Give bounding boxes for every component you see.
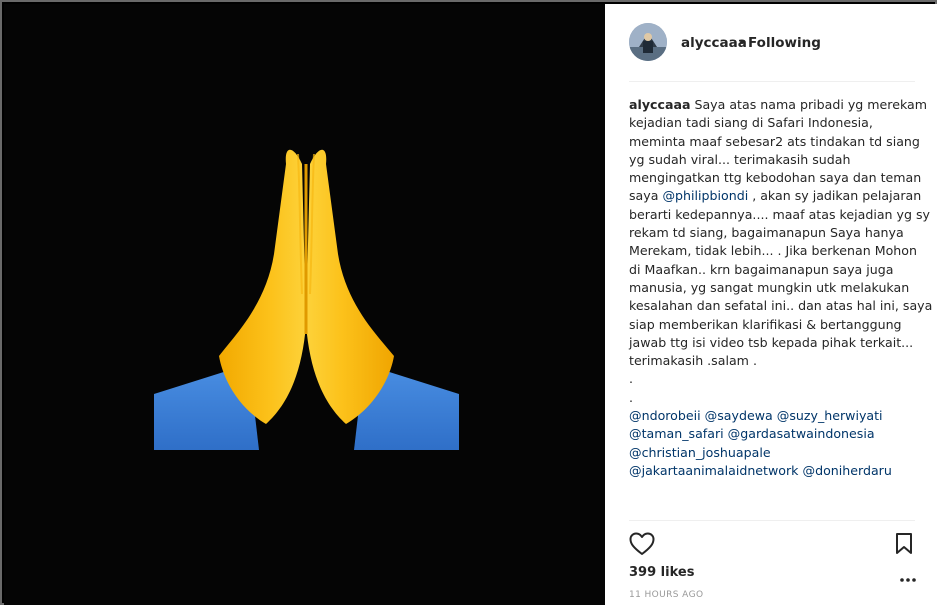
bookmark-outline-icon[interactable] xyxy=(894,532,914,556)
caption-text: . xyxy=(629,389,634,405)
caption-line: kejadian tadi siang di Safari Indonesia, xyxy=(629,114,921,132)
avatar[interactable] xyxy=(629,23,667,61)
caption-line: jawab ttg isi video tsb kepada pihak ter… xyxy=(629,334,921,352)
header-separator: • xyxy=(738,35,746,51)
left-hand xyxy=(219,149,306,424)
mention-link[interactable]: @doniherdaru xyxy=(802,463,891,478)
caption-text: Saya atas nama pribadi yg merekam xyxy=(690,97,928,112)
mention-link[interactable]: @jakartaanimalaidnetwork xyxy=(629,463,798,478)
post-header: alyccaaa • Following xyxy=(605,4,937,82)
caption-text: berarti kedepannya.... maaf atas kejadia… xyxy=(629,206,930,222)
folded-hands-emoji xyxy=(154,149,459,450)
caption-text: Merekam, tidak lebih... . Jika berkenan … xyxy=(629,243,917,259)
caption-line: saya @philipbiondi , akan sy jadikan pel… xyxy=(629,187,921,205)
caption-line: yg sudah viral... terimakasih sudah xyxy=(629,151,921,169)
caption-line: @jakartaanimalaidnetwork @doniherdaru xyxy=(629,462,921,480)
caption-line: terimakasih .salam . xyxy=(629,352,921,370)
post-username[interactable]: alyccaaa xyxy=(681,35,747,51)
mention-link[interactable]: @saydewa xyxy=(705,408,773,423)
right-hand xyxy=(306,149,394,424)
mention-link[interactable]: @taman_safari xyxy=(629,426,724,441)
divider xyxy=(629,81,915,82)
caption-username-link[interactable]: alyccaaa xyxy=(629,97,690,112)
caption-text: . xyxy=(629,371,634,387)
caption-line: @taman_safari @gardasatwaindonesia xyxy=(629,425,921,443)
caption-line: . xyxy=(629,389,921,407)
caption-line: manusia, yg sangat mungkin utk melakukan xyxy=(629,279,921,297)
caption-text: kesalahan dan sefatal ini.. dan atas hal… xyxy=(629,298,933,314)
caption-line: di Maafkan.. krn bagaimanapun saya juga xyxy=(629,261,921,279)
mention-link[interactable]: @suzy_herwiyati xyxy=(777,408,883,423)
post-media[interactable] xyxy=(4,4,605,605)
post-window: alyccaaa • Following alyccaaa Saya atas … xyxy=(0,0,937,605)
caption-text: meminta maaf sebesar2 ats tindakan td si… xyxy=(629,133,920,149)
divider xyxy=(629,520,915,521)
caption-line: kesalahan dan sefatal ini.. dan atas hal… xyxy=(629,297,932,315)
caption-line: alyccaaa Saya atas nama pribadi yg merek… xyxy=(629,96,927,114)
mention-link[interactable]: @gardasatwaindonesia xyxy=(728,426,875,441)
caption-text: di Maafkan.. krn bagaimanapun saya juga xyxy=(629,261,894,277)
caption-text: , akan sy jadikan pelajaran xyxy=(748,188,922,204)
caption-text: jawab ttg isi video tsb kepada pihak ter… xyxy=(629,334,914,350)
post-timestamp[interactable]: 11 HOURS AGO xyxy=(629,590,703,600)
caption-line: mengingatkan ttg kebodohan saya dan tema… xyxy=(629,169,921,187)
mention-link[interactable]: @christian_joshuapale xyxy=(629,445,771,460)
heart-outline-icon[interactable] xyxy=(629,532,655,556)
caption-line: @ndorobeii @saydewa @suzy_herwiyati xyxy=(629,407,921,425)
more-options-icon[interactable] xyxy=(898,570,918,582)
mention-link[interactable]: @philipbiondi xyxy=(662,188,748,203)
like-count[interactable]: 399 likes xyxy=(629,565,694,580)
mention-link[interactable]: @ndorobeii xyxy=(629,408,701,423)
caption-text: yg sudah viral... terimakasih sudah xyxy=(629,151,851,167)
caption-text: mengingatkan ttg kebodohan saya dan tema… xyxy=(629,170,922,186)
caption-text: manusia, yg sangat mungkin utk melakukan xyxy=(629,279,910,295)
caption-line: @christian_joshuapale xyxy=(629,444,921,462)
follow-status-button[interactable]: Following xyxy=(748,35,821,51)
post-caption: alyccaaa Saya atas nama pribadi yg merek… xyxy=(629,96,932,480)
caption-text: rekam td siang, bagaimanapun Saya hanya xyxy=(629,225,904,241)
caption-line: meminta maaf sebesar2 ats tindakan td si… xyxy=(629,133,921,151)
caption-line: Merekam, tidak lebih... . Jika berkenan … xyxy=(629,242,921,260)
caption-text: kejadian tadi siang di Safari Indonesia, xyxy=(629,115,873,131)
caption-line: rekam td siang, bagaimanapun Saya hanya xyxy=(629,224,921,242)
caption-text: siap memberikan klarifikasi & bertanggun… xyxy=(629,316,902,332)
caption-line: siap memberikan klarifikasi & bertanggun… xyxy=(629,316,921,334)
caption-line: berarti kedepannya.... maaf atas kejadia… xyxy=(629,206,930,224)
caption-line: . xyxy=(629,370,921,388)
caption-text: saya xyxy=(629,188,663,204)
caption-text: terimakasih .salam . xyxy=(629,353,757,369)
post-sidebar: alyccaaa • Following alyccaaa Saya atas … xyxy=(605,4,937,605)
